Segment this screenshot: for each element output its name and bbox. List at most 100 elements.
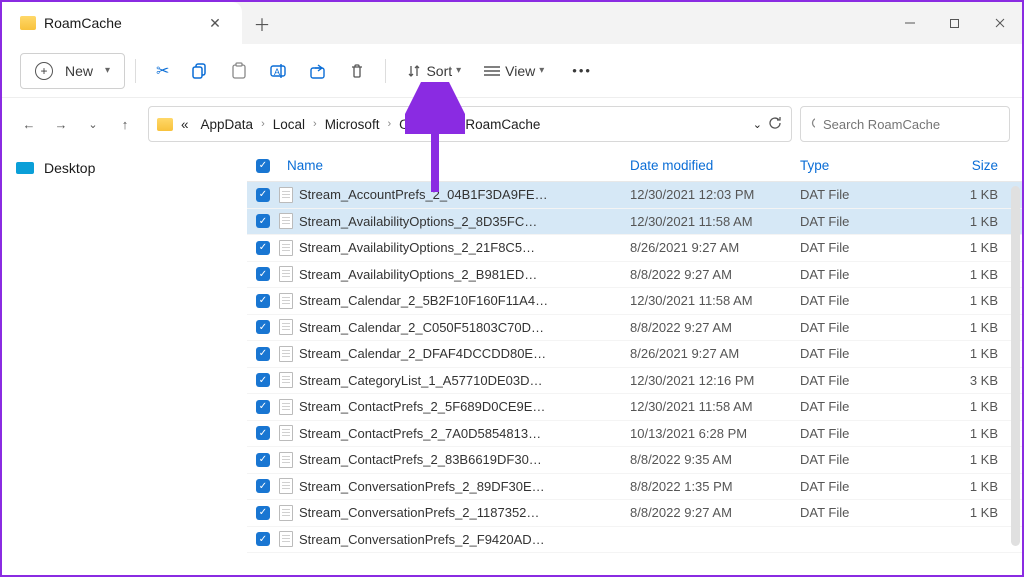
file-size: 1 KB xyxy=(942,346,1022,361)
file-date: 8/26/2021 9:27 AM xyxy=(622,346,792,361)
minimize-icon xyxy=(904,17,916,29)
search-input[interactable] xyxy=(823,117,999,132)
plus-icon: + xyxy=(35,62,53,80)
file-icon xyxy=(279,319,293,335)
file-date: 8/8/2022 9:35 AM xyxy=(622,452,792,467)
breadcrumb[interactable]: Outlook xyxy=(395,117,450,132)
file-name: Stream_AvailabilityOptions_2_8D35FC… xyxy=(299,214,622,229)
breadcrumb[interactable]: Local xyxy=(269,117,309,132)
close-button[interactable] xyxy=(977,2,1022,44)
new-button[interactable]: + New ▾ xyxy=(20,53,125,89)
table-row[interactable]: ✓Stream_Calendar_2_C050F51803C70D…8/8/20… xyxy=(247,315,1022,342)
breadcrumb[interactable]: RoamCache xyxy=(461,117,544,132)
row-checkbox[interactable]: ✓ xyxy=(256,506,270,520)
chevron-down-icon: ▾ xyxy=(456,65,461,76)
table-row[interactable]: ✓Stream_AccountPrefs_2_04B1F3DA9FE…12/30… xyxy=(247,182,1022,209)
table-row[interactable]: ✓Stream_Calendar_2_5B2F10F160F11A4…12/30… xyxy=(247,288,1022,315)
file-list: ✓Stream_AccountPrefs_2_04B1F3DA9FE…12/30… xyxy=(247,182,1022,575)
file-name: Stream_ContactPrefs_2_5F689D0CE9E… xyxy=(299,399,622,414)
file-date: 12/30/2021 11:58 AM xyxy=(622,399,792,414)
breadcrumb[interactable]: Microsoft xyxy=(321,117,384,132)
folder-icon xyxy=(20,16,36,30)
table-row[interactable]: ✓Stream_AvailabilityOptions_2_21F8C5…8/2… xyxy=(247,235,1022,262)
forward-button[interactable]: → xyxy=(46,109,76,139)
table-row[interactable]: ✓Stream_ConversationPrefs_2_1187352…8/8/… xyxy=(247,500,1022,527)
scrollbar[interactable] xyxy=(1011,186,1020,546)
file-name: Stream_Calendar_2_5B2F10F160F11A4… xyxy=(299,293,622,308)
history-dropdown[interactable]: ⌄ xyxy=(753,118,762,131)
row-checkbox[interactable]: ✓ xyxy=(256,347,270,361)
row-checkbox[interactable]: ✓ xyxy=(256,214,270,228)
content: Desktop ✓ Name Date modified Type Size ✓… xyxy=(2,150,1022,575)
address-field[interactable]: « AppData› Local› Microsoft› Outlook› Ro… xyxy=(148,106,792,142)
select-all-checkbox[interactable]: ✓ xyxy=(247,159,279,173)
row-checkbox[interactable]: ✓ xyxy=(256,426,270,440)
col-name[interactable]: Name xyxy=(279,158,622,173)
row-checkbox[interactable]: ✓ xyxy=(256,373,270,387)
row-checkbox[interactable]: ✓ xyxy=(256,479,270,493)
table-row[interactable]: ✓Stream_Calendar_2_DFAF4DCCDD80E…8/26/20… xyxy=(247,341,1022,368)
maximize-button[interactable] xyxy=(932,2,977,44)
table-row[interactable]: ✓ Stream_ContactPrefs_2_5F689D0CE9E…12/30… xyxy=(247,394,1022,421)
table-row[interactable]: ✓Stream_ContactPrefs_2_7A0D5854813…10/13… xyxy=(247,421,1022,448)
more-icon: ••• xyxy=(572,63,592,78)
row-checkbox[interactable]: ✓ xyxy=(256,241,270,255)
table-row[interactable]: ✓Stream_ConversationPrefs_2_89DF30E…8/8/… xyxy=(247,474,1022,501)
view-button[interactable]: View ▾ xyxy=(473,53,554,89)
file-date: 8/26/2021 9:27 AM xyxy=(622,240,792,255)
table-row[interactable]: ✓Stream_AvailabilityOptions_2_B981ED…8/8… xyxy=(247,262,1022,289)
close-icon xyxy=(994,17,1006,29)
sidebar-item-label: Desktop xyxy=(44,160,95,176)
column-headers: ✓ Name Date modified Type Size xyxy=(247,150,1022,182)
cut-button[interactable]: ✂ xyxy=(146,53,179,89)
row-checkbox[interactable]: ✓ xyxy=(256,400,270,414)
svg-text:A: A xyxy=(274,67,280,77)
file-icon xyxy=(279,399,293,415)
search-box[interactable] xyxy=(800,106,1010,142)
table-row[interactable]: ✓Stream_CategoryList_1_A57710DE03D…12/30… xyxy=(247,368,1022,395)
paste-button[interactable] xyxy=(221,53,257,89)
maximize-icon xyxy=(949,18,960,29)
breadcrumb[interactable]: AppData xyxy=(197,117,258,132)
sort-button[interactable]: Sort ▾ xyxy=(396,53,471,89)
file-name: Stream_ConversationPrefs_2_1187352… xyxy=(299,505,622,520)
cut-icon: ✂ xyxy=(156,61,169,81)
back-button[interactable]: ← xyxy=(14,109,44,139)
file-icon xyxy=(279,531,293,547)
delete-icon xyxy=(349,62,365,80)
delete-button[interactable] xyxy=(339,53,375,89)
row-checkbox[interactable]: ✓ xyxy=(256,320,270,334)
minimize-button[interactable] xyxy=(887,2,932,44)
active-tab[interactable]: RoamCache ✕ xyxy=(2,2,242,44)
file-icon xyxy=(279,266,293,282)
close-tab-button[interactable]: ✕ xyxy=(202,10,228,36)
file-icon xyxy=(279,452,293,468)
table-row[interactable]: ✓Stream_ContactPrefs_2_83B6619DF30…8/8/2… xyxy=(247,447,1022,474)
recent-button[interactable]: ⌄ xyxy=(78,109,108,139)
file-type: DAT File xyxy=(792,505,942,520)
refresh-icon xyxy=(768,115,783,130)
file-icon xyxy=(279,213,293,229)
col-type[interactable]: Type xyxy=(792,158,942,173)
file-name: Stream_Calendar_2_C050F51803C70D… xyxy=(299,320,622,335)
more-button[interactable]: ••• xyxy=(562,53,602,89)
table-row[interactable]: ✓Stream_ConversationPrefs_2_F9420AD… xyxy=(247,527,1022,554)
col-size[interactable]: Size xyxy=(942,158,1022,173)
copy-button[interactable] xyxy=(181,53,219,89)
table-row[interactable]: ✓Stream_AvailabilityOptions_2_8D35FC…12/… xyxy=(247,209,1022,236)
col-date[interactable]: Date modified xyxy=(622,158,792,173)
row-checkbox[interactable]: ✓ xyxy=(256,532,270,546)
sidebar-item-desktop[interactable]: Desktop xyxy=(2,154,246,182)
new-tab-button[interactable]: ＋ xyxy=(242,2,282,44)
titlebar: RoamCache ✕ ＋ xyxy=(2,2,1022,44)
refresh-button[interactable] xyxy=(768,115,783,133)
sort-icon xyxy=(406,63,422,79)
up-button[interactable]: ↑ xyxy=(110,109,140,139)
share-button[interactable] xyxy=(299,53,337,89)
row-checkbox[interactable]: ✓ xyxy=(256,294,270,308)
row-checkbox[interactable]: ✓ xyxy=(256,267,270,281)
row-checkbox[interactable]: ✓ xyxy=(256,453,270,467)
row-checkbox[interactable]: ✓ xyxy=(256,188,270,202)
file-size: 1 KB xyxy=(942,214,1022,229)
rename-button[interactable]: A xyxy=(259,53,297,89)
